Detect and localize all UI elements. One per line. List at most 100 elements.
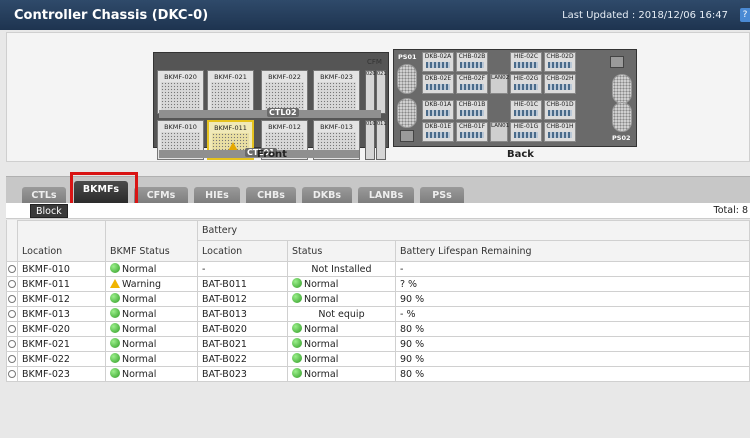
- cfm-slot-011[interactable]: 011: [376, 120, 387, 160]
- table-row[interactable]: BKMF-022 Normal BAT-B022 Normal 90 %: [17, 351, 750, 367]
- bkmf-slot-021[interactable]: BKMF-021: [207, 70, 254, 114]
- cfm-slot-020[interactable]: 020: [365, 70, 376, 114]
- bkmf-slot-020[interactable]: BKMF-020: [157, 70, 204, 114]
- status-normal-icon: [110, 263, 120, 273]
- cell-battery-location-text: BAT-B011: [202, 278, 247, 290]
- back-slot-chb-01d[interactable]: CHB-01D: [544, 100, 576, 120]
- row-radio[interactable]: [8, 310, 16, 318]
- tab-lanbs[interactable]: LANBs: [358, 187, 414, 204]
- back-slot-chb-02b[interactable]: CHB-02B: [456, 52, 488, 72]
- tab-pss[interactable]: PSs: [420, 187, 464, 204]
- block-button[interactable]: Block: [30, 204, 68, 218]
- cell-location-text: BKMF-022: [22, 353, 70, 365]
- row-radio[interactable]: [8, 295, 16, 303]
- back-slot-dkb-01a[interactable]: DKB-01A: [422, 100, 454, 120]
- cell-battery-status-text: Normal: [304, 324, 339, 335]
- back-slot-hie-01g[interactable]: HIE-01G: [510, 122, 542, 142]
- column-header-bkmf-status[interactable]: BKMF Status: [105, 220, 198, 262]
- table-row[interactable]: BKMF-023 Normal BAT-B023 Normal 80 %: [17, 366, 750, 382]
- cell-battery-status-text: Normal: [304, 294, 339, 305]
- status-normal-icon: [110, 323, 120, 333]
- tab-hies[interactable]: HIEs: [194, 187, 240, 204]
- row-radio[interactable]: [8, 280, 16, 288]
- front-view-label: Front: [257, 149, 287, 160]
- status-normal-icon: [292, 323, 302, 333]
- cfm-label: CFM: [367, 58, 382, 66]
- cell-lifespan-text: 90 %: [400, 353, 425, 365]
- back-slot-dkb-02a[interactable]: DKB-02A: [422, 52, 454, 72]
- cell-battery-location-text: -: [202, 263, 206, 275]
- tab-ctls[interactable]: CTLs: [22, 187, 66, 204]
- table-row[interactable]: BKMF-013 Normal BAT-B013 Not equip - %: [17, 306, 750, 322]
- lan-slot-02[interactable]: LAN02: [490, 74, 509, 94]
- cell-bkmf-status: Warning: [105, 276, 198, 292]
- column-header-battery-location[interactable]: Location: [197, 240, 288, 262]
- back-slot-dkb-02e[interactable]: DKB-02E: [422, 74, 454, 94]
- cell-battery-location-text: BAT-B020: [202, 323, 247, 335]
- total-count: Total: 8: [713, 205, 748, 216]
- back-slot-chb-01h[interactable]: CHB-01H: [544, 122, 576, 142]
- cell-lifespan-text: 80 %: [400, 323, 425, 335]
- cell-lifespan: ? %: [395, 276, 750, 292]
- back-slot-chb-01b[interactable]: CHB-01B: [456, 100, 488, 120]
- back-slot-chb-02f[interactable]: CHB-02F: [456, 74, 488, 94]
- back-slot-hie-02c[interactable]: HIE-02C: [510, 52, 542, 72]
- row-selector-cell: [6, 307, 17, 322]
- table-row[interactable]: BKMF-020 Normal BAT-B020 Normal 80 %: [17, 321, 750, 337]
- row-radio[interactable]: [8, 325, 16, 333]
- tab-chbs[interactable]: CHBs: [246, 187, 296, 204]
- cell-battery-location: BAT-B021: [197, 336, 288, 352]
- cell-battery-location-text: BAT-B023: [202, 368, 247, 380]
- row-radio[interactable]: [8, 355, 16, 363]
- cell-lifespan-text: ? %: [400, 278, 418, 290]
- row-selector-column: [6, 220, 17, 382]
- back-slot-chb-01f[interactable]: CHB-01F: [456, 122, 488, 142]
- port-strip: [426, 62, 450, 68]
- cell-location: BKMF-021: [17, 336, 106, 352]
- status-normal-icon: [110, 368, 120, 378]
- tab-cfms[interactable]: CFMs: [134, 187, 188, 204]
- bkmf-slot-label: BKMF-020: [164, 73, 197, 81]
- back-view-label: Back: [507, 149, 534, 160]
- cell-location: BKMF-022: [17, 351, 106, 367]
- cell-location: BKMF-012: [17, 291, 106, 307]
- row-radio[interactable]: [8, 370, 16, 378]
- tab-dkbs[interactable]: DKBs: [302, 187, 352, 204]
- back-slot-hie-01c[interactable]: HIE-01C: [510, 100, 542, 120]
- cell-location: BKMF-011: [17, 276, 106, 292]
- back-slot-chb-02h[interactable]: CHB-02H: [544, 74, 576, 94]
- table-row[interactable]: BKMF-021 Normal BAT-B021 Normal 90 %: [17, 336, 750, 352]
- cfm-slot-label: 011: [377, 121, 387, 127]
- window-titlebar: Controller Chassis (DKC-0) Last Updated …: [0, 0, 750, 30]
- table-row[interactable]: BKMF-010 Normal - Not Installed -: [17, 261, 750, 277]
- cell-bkmf-status-text: Normal: [122, 324, 157, 335]
- selector-header: [6, 220, 17, 262]
- back-slot-hie-02g[interactable]: HIE-02G: [510, 74, 542, 94]
- row-radio[interactable]: [8, 340, 16, 348]
- row-radio[interactable]: [8, 265, 16, 273]
- cell-battery-status: Normal: [287, 276, 396, 292]
- cell-bkmf-status-text: Normal: [122, 354, 157, 365]
- table-row[interactable]: BKMF-012 Normal BAT-B012 Normal 90 %: [17, 291, 750, 307]
- cell-lifespan: 80 %: [395, 321, 750, 337]
- table-row[interactable]: BKMF-011 Warning BAT-B011 Normal ? %: [17, 276, 750, 292]
- cell-battery-location: BAT-B022: [197, 351, 288, 367]
- row-selector-cell: [6, 262, 17, 277]
- lan-slot-01[interactable]: LAN01: [490, 122, 509, 142]
- front-view: CFM BKMF-020 BKMF-021 BKMF-022 BKMF-023 …: [153, 50, 391, 160]
- help-icon[interactable]: ?: [740, 8, 750, 22]
- cell-bkmf-status: Normal: [105, 351, 198, 367]
- cfm-slot-010[interactable]: 010: [365, 120, 376, 160]
- cell-bkmf-status: Normal: [105, 336, 198, 352]
- port-strip: [548, 62, 572, 68]
- back-slot-chb-02d[interactable]: CHB-02D: [544, 52, 576, 72]
- column-group-battery: Battery: [197, 220, 750, 241]
- column-header-location[interactable]: Location: [17, 220, 106, 262]
- column-header-lifespan[interactable]: Battery Lifespan Remaining: [395, 240, 750, 262]
- column-header-battery-status[interactable]: Status: [287, 240, 396, 262]
- back-slot-dkb-01e[interactable]: DKB-01E: [422, 122, 454, 142]
- bkmf-slot-023[interactable]: BKMF-023: [313, 70, 360, 114]
- status-normal-icon: [110, 308, 120, 318]
- cfm-slot-021[interactable]: 021: [376, 70, 387, 114]
- status-normal-icon: [292, 353, 302, 363]
